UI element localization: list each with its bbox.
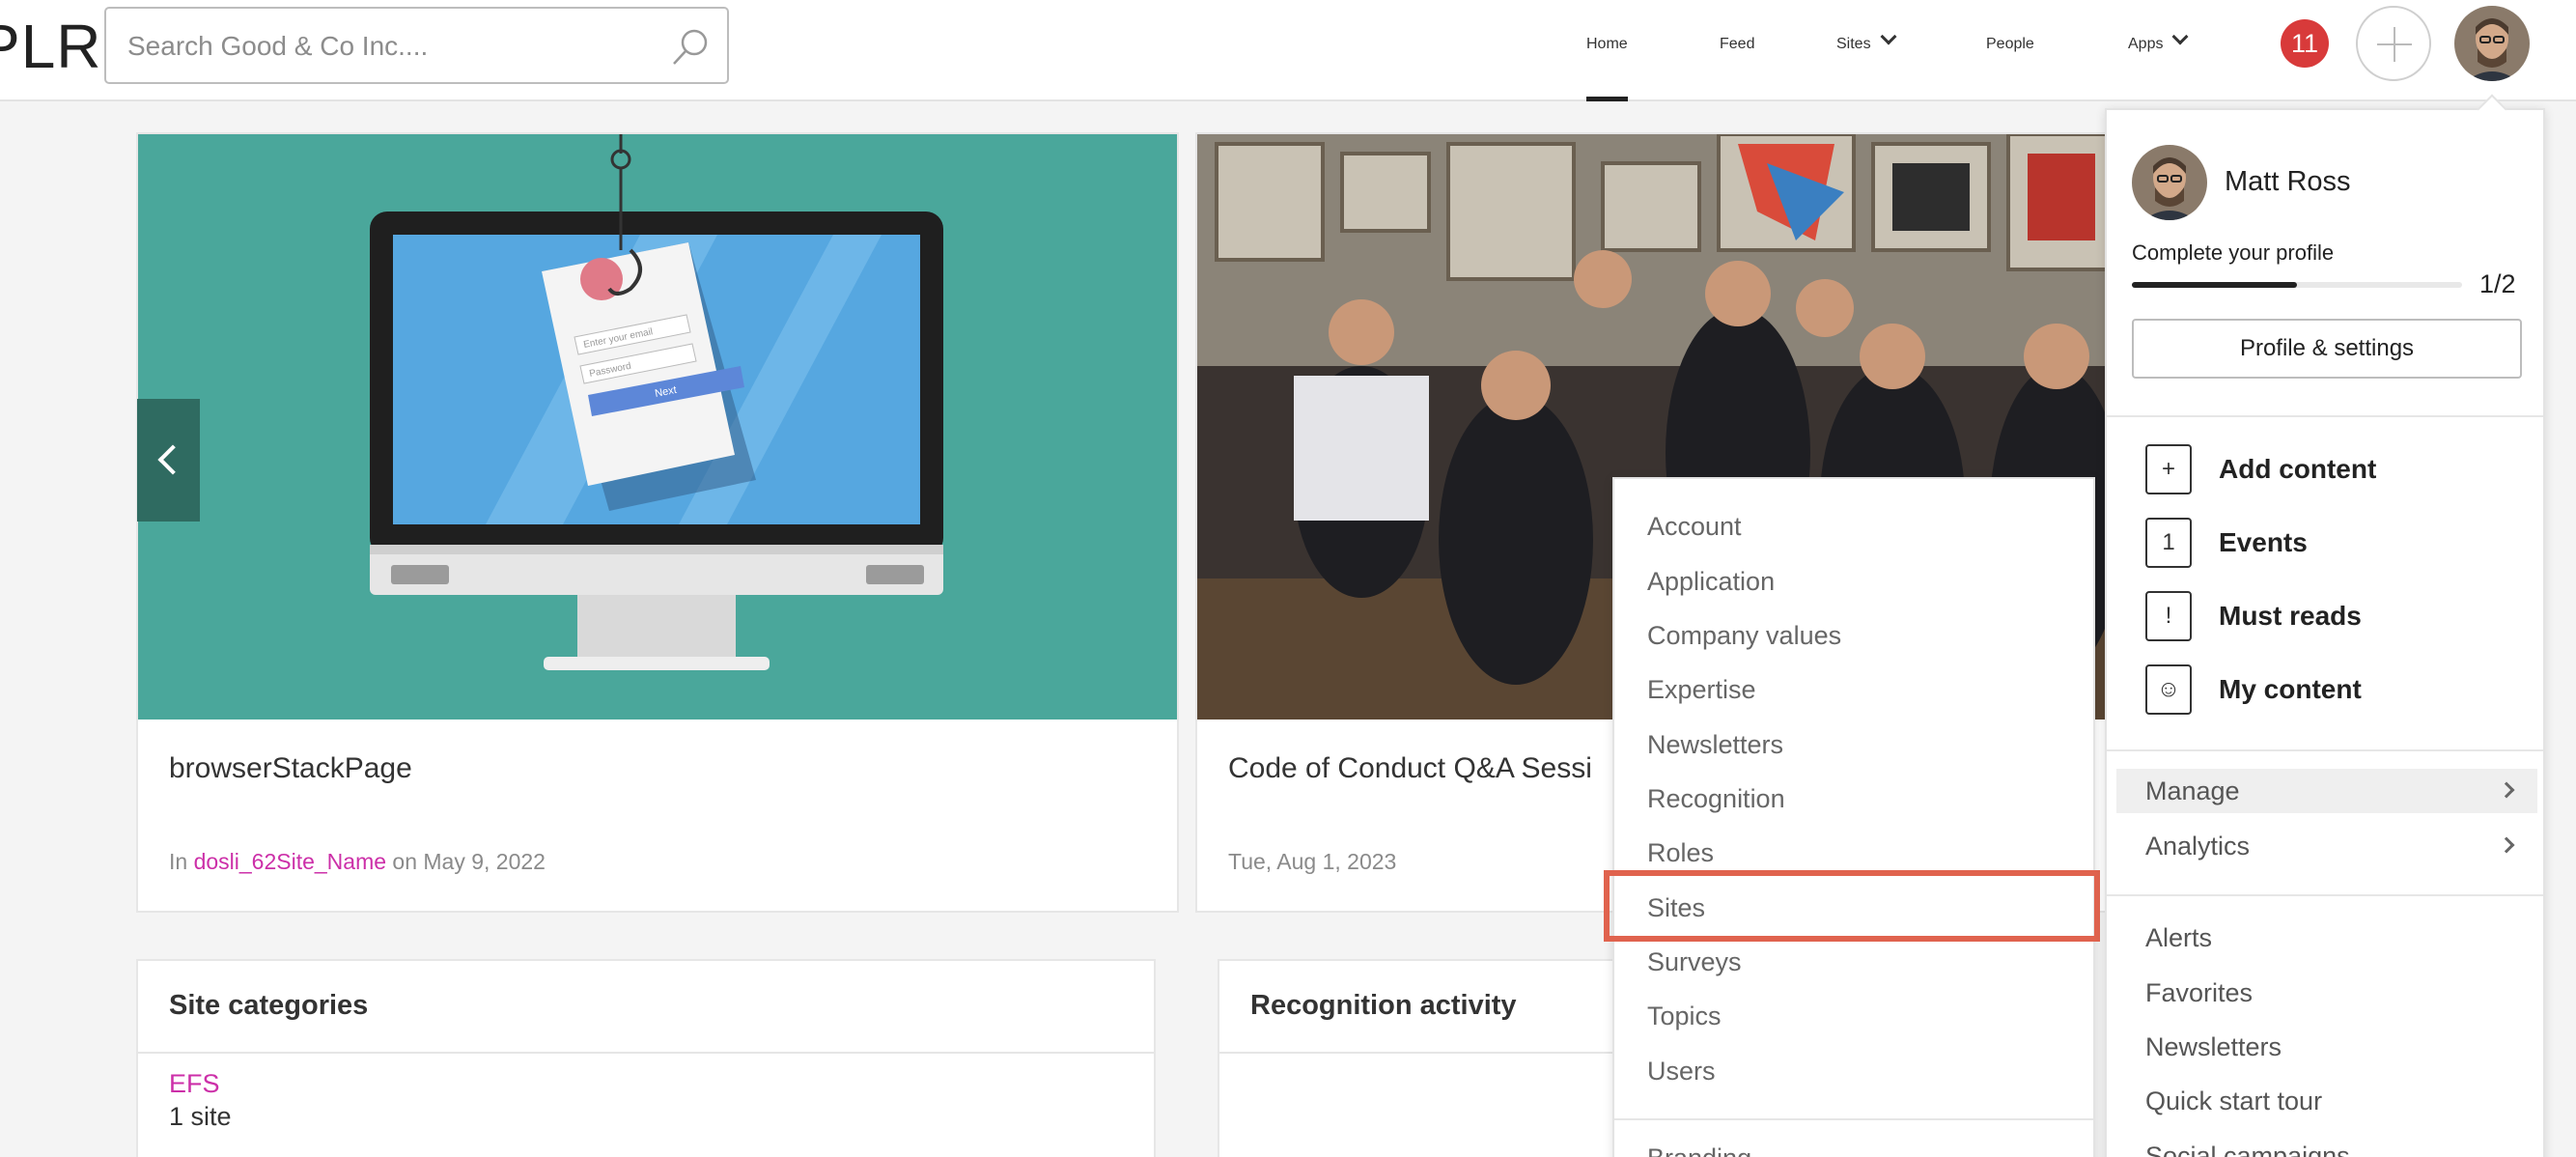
user-name[interactable]: Matt Ross xyxy=(2225,166,2351,198)
search-icon[interactable] xyxy=(669,26,712,69)
category-link[interactable]: EFS xyxy=(169,1069,220,1099)
submenu-item-company-values[interactable]: Company values xyxy=(1647,621,1841,651)
submenu-item-expertise[interactable]: Expertise xyxy=(1647,675,1756,705)
person-doc-icon: ☺ xyxy=(2145,664,2192,715)
nav-apps[interactable]: Apps xyxy=(2128,0,2189,101)
card-image: Enter your email Password Next xyxy=(138,134,1177,720)
top-bar: PLR Home Feed Sites People Apps 11 xyxy=(0,0,2576,101)
divider xyxy=(138,1052,1154,1054)
nav-home-label: Home xyxy=(1586,36,1628,52)
divider xyxy=(2107,415,2543,417)
logo[interactable]: PLR xyxy=(0,15,102,77)
avatar-image xyxy=(2132,145,2207,220)
phishing-illustration: Enter your email Password Next xyxy=(138,134,1177,720)
action-label: Must reads xyxy=(2219,601,2362,631)
site-categories-panel: Site categories EFS 1 site xyxy=(136,959,1156,1157)
must-reads-action[interactable]: ! Must reads xyxy=(2145,589,2362,643)
nav-feed[interactable]: Feed xyxy=(1720,0,1754,101)
manage-menu-item[interactable]: Manage xyxy=(2116,769,2537,813)
submenu-item-branding[interactable]: Branding xyxy=(1647,1143,1751,1157)
avatar xyxy=(2132,145,2207,220)
chevron-right-icon xyxy=(2498,836,2515,854)
submenu-item-account[interactable]: Account xyxy=(1647,512,1742,542)
events-action[interactable]: 1 Events xyxy=(2145,516,2308,570)
create-button[interactable] xyxy=(2356,6,2431,81)
carousel-prev-button[interactable] xyxy=(137,399,200,522)
panel-heading: Recognition activity xyxy=(1250,990,1517,1021)
quick-start-tour-link[interactable]: Quick start tour xyxy=(2145,1086,2322,1116)
exclamation-icon: ! xyxy=(2145,591,2192,641)
add-content-action[interactable]: + Add content xyxy=(2145,442,2376,496)
analytics-menu-item[interactable]: Analytics xyxy=(2116,824,2537,868)
chevron-down-icon xyxy=(2171,28,2189,45)
action-label: My content xyxy=(2219,674,2362,704)
nav-apps-label: Apps xyxy=(2128,36,2164,52)
submenu-item-sites[interactable]: Sites xyxy=(1647,893,1705,923)
action-label: Add content xyxy=(2219,454,2377,484)
complete-profile-label: Complete your profile xyxy=(2132,240,2335,265)
divider xyxy=(2107,894,2543,896)
nav-home[interactable]: Home xyxy=(1586,0,1628,101)
social-campaigns-link[interactable]: Social campaigns xyxy=(2145,1142,2350,1157)
featured-card[interactable]: Enter your email Password Next browserSt… xyxy=(136,132,1179,913)
nav-sites[interactable]: Sites xyxy=(1836,0,1897,101)
submenu-item-users[interactable]: Users xyxy=(1647,1057,1716,1086)
card-title[interactable]: browserStackPage xyxy=(169,752,412,785)
card-meta: In dosli_62Site_Name on May 9, 2022 xyxy=(169,849,546,875)
submenu-item-topics[interactable]: Topics xyxy=(1647,1002,1722,1031)
divider xyxy=(2107,749,2543,751)
panel-heading: Site categories xyxy=(169,990,369,1021)
manage-submenu: Account Application Company values Exper… xyxy=(1612,477,2095,1157)
favorites-link[interactable]: Favorites xyxy=(2145,978,2253,1008)
profile-progress-bar xyxy=(2132,282,2462,288)
my-content-action[interactable]: ☺ My content xyxy=(2145,663,2362,717)
chevron-right-icon xyxy=(2498,781,2515,799)
manage-label: Manage xyxy=(2145,776,2240,805)
divider xyxy=(1614,1118,2093,1120)
analytics-label: Analytics xyxy=(2145,832,2251,861)
newsletters-link[interactable]: Newsletters xyxy=(2145,1032,2282,1062)
submenu-item-recognition[interactable]: Recognition xyxy=(1647,784,1785,814)
nav-people[interactable]: People xyxy=(1986,0,2034,101)
submenu-item-surveys[interactable]: Surveys xyxy=(1647,947,1742,977)
submenu-item-application[interactable]: Application xyxy=(1647,567,1775,597)
alerts-link[interactable]: Alerts xyxy=(2145,923,2212,953)
search-box[interactable] xyxy=(104,7,729,84)
search-input[interactable] xyxy=(127,28,668,65)
meta-prefix: In xyxy=(169,849,188,874)
meta-date: on May 9, 2022 xyxy=(392,849,546,874)
category-count: 1 site xyxy=(169,1102,232,1131)
profile-settings-button[interactable]: Profile & settings xyxy=(2132,319,2522,379)
user-menu: Matt Ross Complete your profile 1/2 Prof… xyxy=(2105,108,2545,1157)
notification-badge[interactable]: 11 xyxy=(2281,19,2329,68)
chevron-down-icon xyxy=(1880,28,1897,45)
progress-label: 1/2 xyxy=(2479,269,2516,298)
progress-fill xyxy=(2132,282,2297,288)
submenu-item-newsletters[interactable]: Newsletters xyxy=(1647,730,1783,760)
site-link[interactable]: dosli_62Site_Name xyxy=(194,849,386,874)
avatar-image xyxy=(2454,6,2530,81)
action-label: Events xyxy=(2219,527,2308,557)
calendar-icon: 1 xyxy=(2145,518,2192,568)
card-title[interactable]: Code of Conduct Q&A Sessi xyxy=(1228,752,1592,785)
plus-icon: + xyxy=(2145,444,2192,494)
avatar[interactable] xyxy=(2454,6,2530,81)
submenu-item-roles[interactable]: Roles xyxy=(1647,838,1714,868)
card-meta: Tue, Aug 1, 2023 xyxy=(1228,849,1397,874)
nav-feed-label: Feed xyxy=(1720,36,1755,52)
nav-sites-label: Sites xyxy=(1836,36,1871,52)
nav-people-label: People xyxy=(1986,36,2034,52)
